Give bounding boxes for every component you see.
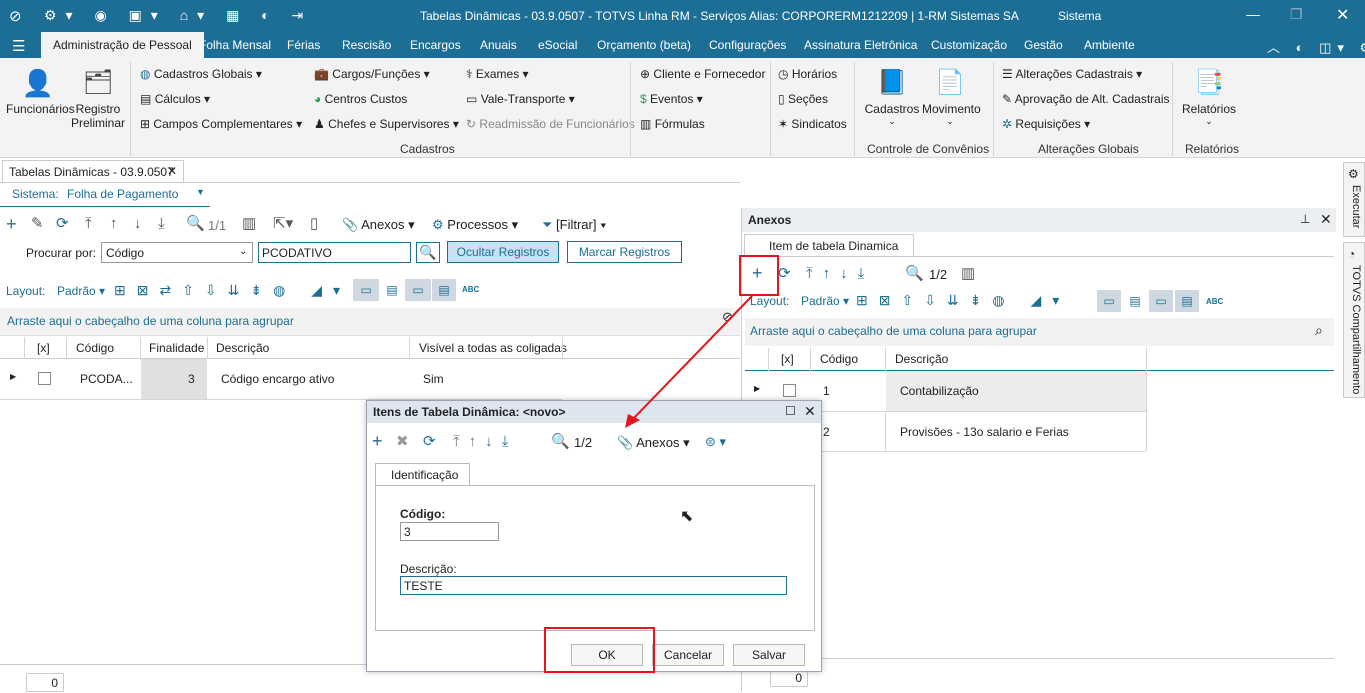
highlight-arrow [625,295,753,428]
